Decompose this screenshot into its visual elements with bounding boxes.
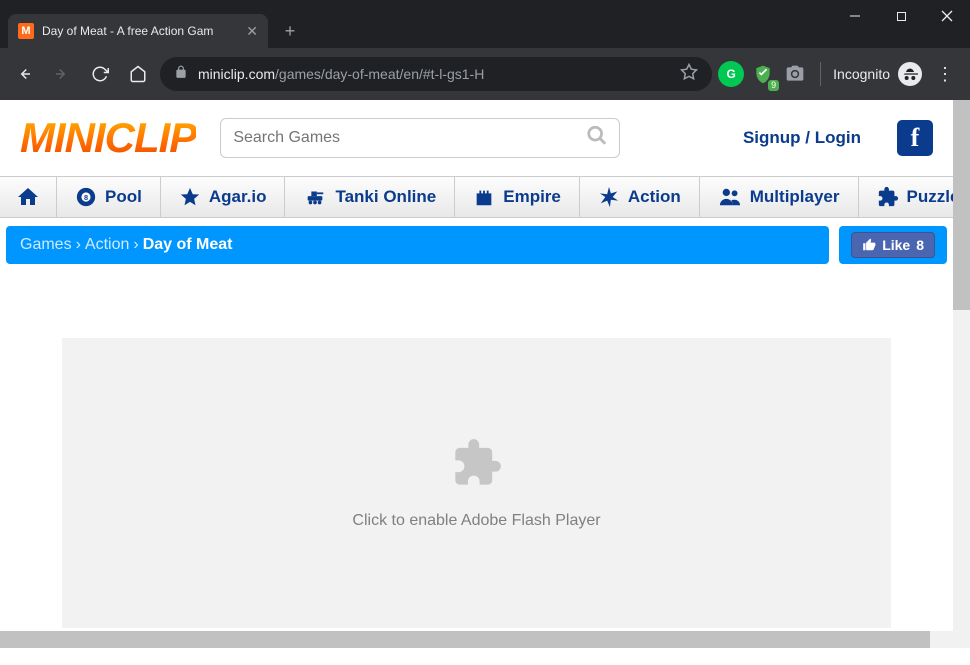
back-button[interactable] — [8, 58, 40, 90]
tab-title: Day of Meat - A free Action Gam — [42, 24, 238, 38]
separator — [820, 62, 821, 86]
castle-icon — [473, 186, 495, 208]
incognito-indicator[interactable]: Incognito — [833, 62, 922, 86]
new-tab-button[interactable]: + — [276, 17, 304, 45]
minimize-button[interactable] — [832, 0, 878, 32]
breadcrumb-row: Games›Action›Day of Meat Like 8 — [0, 218, 953, 272]
like-container: Like 8 — [839, 226, 947, 264]
page-content: MINICLIP Signup / Login f 8 Pool Agar.io … — [0, 100, 953, 631]
thumbs-up-icon — [862, 238, 876, 252]
like-button[interactable]: Like 8 — [851, 232, 935, 258]
site-logo[interactable]: MINICLIP — [20, 114, 196, 162]
search-icon[interactable] — [586, 125, 608, 152]
home-icon — [16, 185, 40, 209]
star-icon — [179, 186, 201, 208]
home-button[interactable] — [122, 58, 154, 90]
url-text: miniclip.com/games/day-of-meat/en/#t-l-g… — [198, 66, 670, 82]
main-nav: 8 Pool Agar.io Tanki Online Empire Action… — [0, 176, 953, 218]
like-label: Like — [882, 237, 910, 253]
nav-puzzle[interactable]: Puzzle — [859, 177, 953, 217]
nav-multiplayer[interactable]: Multiplayer — [700, 177, 859, 217]
nav-label: Agar.io — [209, 187, 267, 207]
nav-home[interactable] — [0, 177, 57, 217]
address-bar[interactable]: miniclip.com/games/day-of-meat/en/#t-l-g… — [160, 57, 712, 91]
burst-icon — [598, 186, 620, 208]
breadcrumb: Games›Action›Day of Meat — [6, 226, 829, 264]
extension-camera-icon[interactable] — [782, 61, 808, 87]
nav-label: Puzzle — [907, 187, 953, 207]
extension-shield-icon[interactable]: 9 — [750, 61, 776, 87]
vertical-scrollbar[interactable] — [953, 100, 970, 648]
scrollbar-thumb[interactable] — [0, 631, 930, 648]
site-header: MINICLIP Signup / Login f — [0, 100, 953, 176]
lock-icon — [174, 65, 188, 84]
flash-enable-text: Click to enable Adobe Flash Player — [352, 512, 600, 530]
breadcrumb-games[interactable]: Games — [20, 236, 72, 253]
nav-action[interactable]: Action — [580, 177, 700, 217]
pool-icon: 8 — [75, 186, 97, 208]
browser-menu-button[interactable]: ⋮ — [928, 64, 962, 85]
browser-toolbar: miniclip.com/games/day-of-meat/en/#t-l-g… — [0, 48, 970, 100]
nav-tanki[interactable]: Tanki Online — [285, 177, 455, 217]
page-viewport: MINICLIP Signup / Login f 8 Pool Agar.io … — [0, 100, 970, 648]
maximize-button[interactable] — [878, 0, 924, 32]
bookmark-icon[interactable] — [680, 63, 698, 86]
search-input[interactable] — [220, 118, 620, 158]
facebook-icon[interactable]: f — [897, 120, 933, 156]
tank-icon — [303, 186, 327, 208]
breadcrumb-current: Day of Meat — [143, 236, 233, 253]
extension-badge: 9 — [768, 80, 779, 91]
nav-agario[interactable]: Agar.io — [161, 177, 286, 217]
browser-titlebar: M Day of Meat - A free Action Gam ✕ + — [0, 0, 970, 48]
nav-empire[interactable]: Empire — [455, 177, 580, 217]
people-icon — [718, 186, 742, 208]
flash-placeholder[interactable]: Click to enable Adobe Flash Player — [62, 338, 891, 628]
nav-pool[interactable]: 8 Pool — [57, 177, 161, 217]
nav-label: Multiplayer — [750, 187, 840, 207]
extension-grammarly-icon[interactable]: G — [718, 61, 744, 87]
nav-label: Tanki Online — [335, 187, 436, 207]
nav-label: Action — [628, 187, 681, 207]
window-close-button[interactable] — [924, 0, 970, 32]
scrollbar-thumb[interactable] — [953, 100, 970, 310]
plugin-icon — [451, 437, 503, 494]
nav-label: Pool — [105, 187, 142, 207]
incognito-label: Incognito — [833, 66, 890, 82]
horizontal-scrollbar[interactable] — [0, 631, 953, 648]
forward-button[interactable] — [46, 58, 78, 90]
puzzle-icon — [877, 186, 899, 208]
close-icon[interactable]: ✕ — [246, 23, 258, 40]
breadcrumb-action[interactable]: Action — [85, 236, 129, 253]
like-count: 8 — [916, 237, 924, 253]
signup-login-link[interactable]: Signup / Login — [743, 128, 861, 148]
browser-tab[interactable]: M Day of Meat - A free Action Gam ✕ — [8, 14, 268, 48]
nav-label: Empire — [503, 187, 561, 207]
tab-favicon: M — [18, 23, 34, 39]
incognito-icon — [898, 62, 922, 86]
svg-text:8: 8 — [84, 193, 88, 202]
reload-button[interactable] — [84, 58, 116, 90]
search-wrapper — [220, 118, 620, 158]
